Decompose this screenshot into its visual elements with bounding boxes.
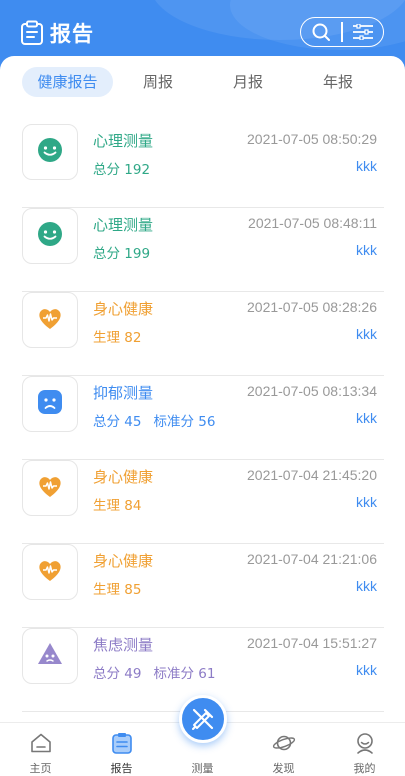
tab-yearly[interactable]: 年报: [313, 67, 363, 97]
tab-weekly[interactable]: 周报: [133, 67, 183, 97]
nav-home[interactable]: 主页: [0, 723, 81, 776]
report-score: 生理 85: [93, 582, 142, 598]
report-name: 身心健康: [93, 552, 154, 570]
page-title: 报告: [50, 22, 94, 46]
report-time: 2021-07-05 08:50:29: [247, 131, 377, 147]
report-time: 2021-07-05 08:28:26: [247, 299, 377, 315]
report-detail: 总分 199: [93, 242, 150, 262]
report-time: 2021-07-04 21:45:20: [247, 467, 377, 483]
report-icon-box: [22, 124, 78, 180]
report-score: 生理 84: [93, 498, 142, 514]
nav-label: 报告: [110, 762, 133, 775]
report-time: 2021-07-05 08:48:11: [248, 215, 377, 231]
report-detail: 生理 85: [93, 578, 141, 598]
report-time: 2021-07-04 15:51:27: [247, 635, 377, 651]
report-user: kkk: [356, 578, 377, 594]
report-row[interactable]: 身心健康 2021-07-04 21:21:06 生理 85 kkk: [22, 544, 384, 628]
filter-list-icon: [352, 24, 373, 40]
report-icon-box: [22, 208, 78, 264]
report-standard-score: 标准分 56: [153, 414, 216, 430]
nav-profile[interactable]: 我的: [324, 723, 405, 776]
report-name: 心理测量: [93, 132, 154, 150]
heart-pulse-icon: [35, 303, 65, 337]
report-user: kkk: [356, 662, 377, 678]
report-name: 身心健康: [93, 468, 154, 486]
report-detail: 生理 82: [93, 326, 141, 346]
report-name: 身心健康: [93, 300, 154, 318]
report-user: kkk: [356, 326, 377, 342]
header-title-group: 报告: [20, 19, 94, 47]
report-score: 生理 82: [93, 330, 142, 346]
planet-icon: [272, 735, 295, 751]
measure-icon: [192, 708, 214, 730]
report-tabs: 健康报告 周报 月报 年报: [22, 67, 384, 97]
report-row[interactable]: 抑郁测量 2021-07-05 08:13:34 总分 45 标准分 56 kkk: [22, 376, 384, 460]
report-detail: 总分 49 标准分 61: [93, 662, 215, 682]
measure-button[interactable]: [179, 695, 227, 743]
report-detail: 总分 192: [93, 158, 150, 178]
nav-label: 测量: [191, 762, 214, 775]
profile-icon: [356, 733, 373, 754]
report-icon-box: [22, 544, 78, 600]
heart-pulse-icon: [35, 471, 65, 505]
smile-face-icon: [35, 135, 65, 169]
report-standard-score: 标准分 61: [153, 666, 216, 682]
report-score: 总分 192: [93, 162, 151, 178]
report-icon-box: [22, 292, 78, 348]
smile-face-icon: [35, 219, 65, 253]
report-icon-box: [22, 460, 78, 516]
report-score: 总分 199: [93, 246, 151, 262]
nav-label: 主页: [29, 762, 52, 775]
report-time: 2021-07-05 08:13:34: [247, 383, 377, 399]
report-time: 2021-07-04 21:21:06: [247, 551, 377, 567]
report-score: 总分 45: [93, 414, 142, 430]
report-name: 焦虑测量: [93, 636, 154, 654]
nav-label: 我的: [353, 762, 376, 775]
report-row[interactable]: 身心健康 2021-07-04 21:45:20 生理 84 kkk: [22, 460, 384, 544]
report-detail: 生理 84: [93, 494, 141, 514]
report-icon-box: [22, 628, 78, 684]
report-row[interactable]: 心理测量 2021-07-05 08:50:29 总分 192 kkk: [22, 124, 384, 208]
heart-pulse-icon: [35, 555, 65, 589]
tab-health-report[interactable]: 健康报告: [22, 67, 113, 97]
filter-button[interactable]: [343, 18, 383, 46]
report-detail: 总分 45 标准分 56: [93, 410, 215, 430]
report-user: kkk: [356, 158, 377, 174]
nav-label: 发现: [272, 762, 295, 775]
report-name: 抑郁测量: [93, 384, 154, 402]
report-list: 心理测量 2021-07-05 08:50:29 总分 192 kkk 心理测量…: [0, 124, 405, 712]
anxious-face-icon: [35, 639, 65, 673]
report-user: kkk: [356, 410, 377, 426]
clipboard-icon: [21, 20, 43, 45]
search-icon: [312, 23, 331, 41]
report-icon-box: [22, 376, 78, 432]
sad-face-icon: [35, 387, 65, 421]
home-icon: [30, 733, 51, 753]
report-name: 心理测量: [93, 216, 154, 234]
report-user: kkk: [356, 494, 377, 510]
search-button[interactable]: [301, 18, 341, 46]
report-row[interactable]: 心理测量 2021-07-05 08:48:11 总分 199 kkk: [22, 208, 384, 292]
report-panel: 健康报告 周报 月报 年报 心理测量 2021-07-05 08:50:29 总…: [0, 56, 405, 722]
tab-monthly[interactable]: 月报: [223, 67, 273, 97]
nav-report[interactable]: 报告: [81, 723, 162, 776]
nav-discover[interactable]: 发现: [243, 723, 324, 776]
report-score: 总分 49: [93, 666, 142, 682]
header-action-group: [300, 17, 384, 47]
report-row[interactable]: 身心健康 2021-07-05 08:28:26 生理 82 kkk: [22, 292, 384, 376]
report-user: kkk: [356, 242, 377, 258]
report-icon: [111, 733, 132, 754]
